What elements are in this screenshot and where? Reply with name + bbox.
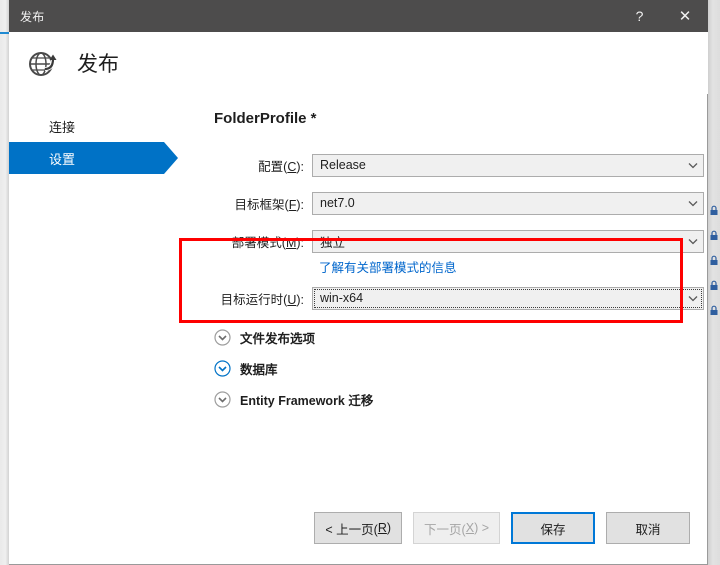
globe-publish-icon — [25, 45, 61, 81]
configuration-dropdown[interactable]: Release — [312, 153, 704, 177]
label-target-framework: 目标框架(F): — [234, 197, 304, 212]
chevron-down-circle-icon — [214, 390, 231, 408]
dialog-titlebar: 发布 ? ✕ — [9, 0, 708, 32]
deployment-mode-dropdown[interactable]: 独立 — [312, 229, 704, 253]
expander-list: 文件发布选项 数据库 Entity Framework 迁移 — [214, 324, 704, 412]
field-row-configuration: 配置(C): Release — [214, 153, 704, 177]
help-link-row: 了解有关部署模式的信息 — [214, 257, 704, 276]
background-accent-line — [0, 32, 9, 34]
chevron-down-circle-icon — [214, 328, 231, 346]
deployment-mode-help-link[interactable]: 了解有关部署模式的信息 — [312, 257, 457, 276]
lock-icon — [709, 230, 720, 241]
dialog-title-text: 发布 — [20, 9, 45, 24]
page-title: 发布 — [77, 53, 119, 76]
dialog-header: 发布 — [9, 32, 708, 94]
help-icon[interactable]: ? — [617, 0, 662, 32]
button-label-suffix: ) — [386, 521, 392, 535]
save-button[interactable]: 保存 — [511, 512, 595, 544]
chevron-down-icon — [683, 238, 703, 245]
button-label: 下一页( — [424, 522, 466, 537]
chevron-down-icon — [683, 200, 703, 207]
button-accelerator: X — [465, 521, 475, 535]
field-row-deployment-mode: 部署模式(M): 独立 — [214, 229, 704, 253]
button-label: 取消 — [635, 522, 661, 537]
expander-section-0[interactable]: 文件发布选项 — [214, 324, 704, 350]
chevron-down-icon — [683, 162, 703, 169]
button-label-suffix: ) > — [474, 521, 489, 535]
button-label: 保存 — [540, 522, 566, 537]
expander-label: 数据库 — [240, 362, 278, 377]
expander-label: Entity Framework 迁移 — [240, 393, 374, 408]
deployment-mode-value: 独立 — [320, 235, 346, 250]
field-row-target-framework: 目标框架(F): net7.0 — [214, 191, 704, 215]
expander-label: 文件发布选项 — [240, 331, 316, 346]
button-label: < 上一页( — [325, 522, 378, 537]
configuration-value: Release — [320, 158, 366, 172]
field-row-target-runtime: 目标运行时(U): win-x64 — [214, 286, 704, 310]
button-accelerator: R — [377, 521, 387, 535]
target-framework-dropdown[interactable]: net7.0 — [312, 191, 704, 215]
background-left-strip — [0, 0, 9, 565]
sidebar-item-connection[interactable]: 连接 — [9, 110, 184, 142]
target-runtime-value: win-x64 — [320, 291, 364, 305]
sidebar-item-label: 连接 — [49, 119, 76, 135]
settings-form: FolderProfile * 配置(C): Release 目标框架(F): … — [214, 110, 704, 417]
lock-icon — [709, 205, 720, 216]
lock-icon-column — [709, 205, 720, 330]
chevron-down-icon — [683, 295, 703, 302]
target-runtime-dropdown[interactable]: win-x64 — [312, 286, 704, 310]
profile-name: FolderProfile * — [214, 110, 317, 127]
sidebar-item-settings[interactable]: 设置 — [9, 142, 178, 174]
close-icon[interactable]: ✕ — [662, 0, 708, 32]
dialog-footer: < 上一页(R) 下一页(X) > 保存 取消 — [9, 512, 708, 544]
label-deployment-mode: 部署模式(M): — [231, 235, 304, 250]
sidebar-nav: 连接 设置 — [9, 110, 184, 174]
expander-section-1[interactable]: 数据库 — [214, 355, 704, 381]
next-button: 下一页(X) > — [413, 512, 500, 544]
chevron-down-circle-icon — [214, 359, 231, 377]
target-framework-value: net7.0 — [320, 196, 355, 210]
expander-section-2[interactable]: Entity Framework 迁移 — [214, 386, 704, 412]
label-configuration: 配置(C): — [258, 159, 304, 174]
lock-icon — [709, 280, 720, 291]
lock-icon — [709, 305, 720, 316]
help-link-spacer — [214, 257, 312, 276]
sidebar-item-label: 设置 — [49, 151, 76, 167]
label-target-runtime: 目标运行时(U): — [220, 292, 304, 307]
screen-root: 发布 ? ✕ 发布 连接 设置 FolderProfile * 配置(C): R… — [0, 0, 720, 565]
previous-button[interactable]: < 上一页(R) — [314, 512, 403, 544]
lock-icon — [709, 255, 720, 266]
cancel-button[interactable]: 取消 — [606, 512, 690, 544]
publish-dialog: 发布 ? ✕ 发布 连接 设置 FolderProfile * 配置(C): R… — [9, 0, 708, 565]
